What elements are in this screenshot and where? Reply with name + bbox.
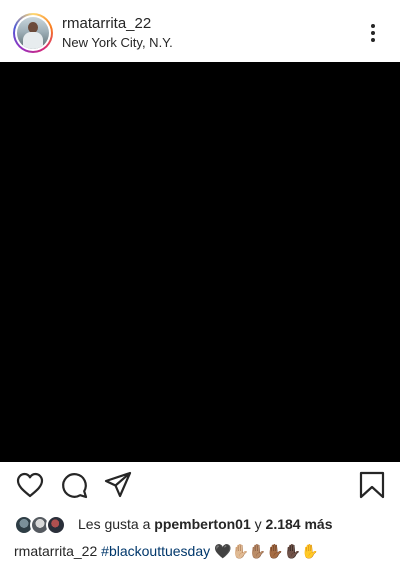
comment-icon[interactable] — [59, 470, 89, 500]
likes-connector: y — [250, 516, 266, 532]
likes-summary[interactable]: Les gusta a ppemberton01 y 2.184 más — [78, 516, 332, 532]
avatar-torso — [23, 32, 43, 49]
post-image[interactable] — [0, 62, 400, 462]
caption-hashtag[interactable]: #blackouttuesday — [101, 543, 210, 559]
liker-username[interactable]: ppemberton01 — [154, 516, 250, 532]
action-bar — [0, 470, 400, 504]
post-location[interactable]: New York City, N.Y. — [62, 35, 173, 50]
likes-row: Les gusta a ppemberton01 y 2.184 más — [14, 514, 394, 536]
post-header: rmatarrita_22 New York City, N.Y. — [0, 0, 400, 62]
more-options-icon[interactable] — [366, 22, 380, 44]
paper-plane-icon[interactable] — [103, 470, 133, 500]
liked-by-avatars[interactable] — [14, 514, 74, 536]
caption-emojis: 🖤✋🏼✋🏽✋🏾✋🏿✋ — [214, 544, 319, 560]
caption-username[interactable]: rmatarrita_22 — [14, 543, 97, 559]
likes-prefix: Les gusta a — [78, 516, 155, 532]
avatar-border — [15, 15, 51, 51]
heart-icon[interactable] — [15, 470, 45, 500]
post-caption: rmatarrita_22 #blackouttuesday 🖤✋🏼✋🏽✋🏾✋🏿… — [14, 543, 319, 560]
liker-avatar — [46, 515, 66, 535]
likes-count[interactable]: 2.184 más — [266, 516, 333, 532]
profile-avatar[interactable] — [13, 13, 53, 53]
post-username[interactable]: rmatarrita_22 — [62, 15, 151, 32]
avatar-image — [17, 17, 49, 49]
bookmark-icon[interactable] — [357, 470, 387, 500]
